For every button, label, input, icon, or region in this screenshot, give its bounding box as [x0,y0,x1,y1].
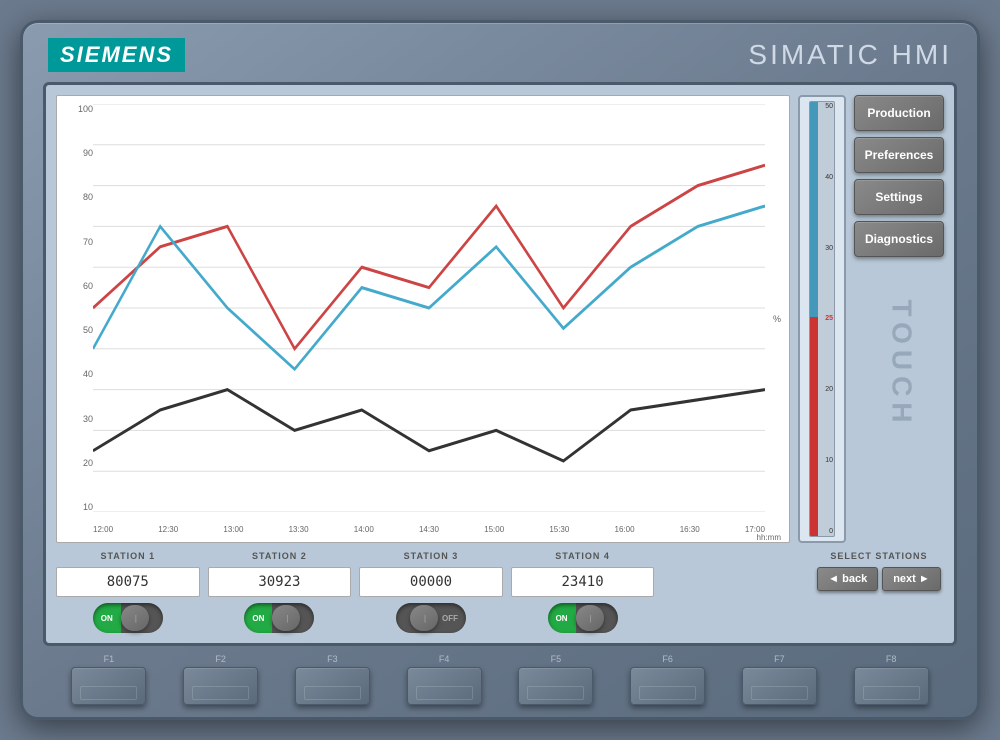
fkey-f6-button[interactable] [630,667,705,705]
station-1-toggle[interactable]: ON [93,603,163,633]
production-button[interactable]: Production [854,95,944,131]
back-button[interactable]: ◄ back [817,567,878,591]
fkey-f5-label: F5 [551,654,562,664]
fkey-f3-group: F3 [295,654,370,705]
chart-svg [93,104,765,512]
fkey-f4-label: F4 [439,654,450,664]
toggle-4-knob [576,605,604,631]
chart-y-labels: 100 90 80 70 60 50 40 30 20 10 [65,104,93,512]
gauge-container: 50 40 30 25 20 10 0 [798,95,846,543]
fkey-f7-label: F7 [774,654,785,664]
fkey-f8-button[interactable] [854,667,929,705]
next-button[interactable]: next ► [882,567,941,591]
toggle-2-knob [272,605,300,631]
fkey-f6-label: F6 [662,654,673,664]
chart-area: 100 90 80 70 60 50 40 30 20 10 [56,95,790,543]
station-4-toggle[interactable]: ON [548,603,618,633]
gauge-bar: 50 40 30 25 20 10 0 [809,101,835,537]
station-4-block: STATION 4 23410 ON [511,551,655,633]
station-2-value: 30923 [208,567,352,597]
station-2-toggle[interactable]: ON [244,603,314,633]
hmi-title: SIMATIC HMI [748,39,952,71]
station-3-block: STATION 3 00000 OFF [359,551,503,633]
diagnostics-button[interactable]: Diagnostics [854,221,944,257]
fkey-f5-group: F5 [518,654,593,705]
toggle-3-knob [410,605,438,631]
right-panel: 50 40 30 25 20 10 0 Production Preferenc… [798,95,944,543]
hmi-device: SIEMENS SIMATIC HMI TOUCH 100 90 80 70 6… [20,20,980,720]
select-stations-label: SELECT STATIONS [830,551,927,561]
station-3-toggle[interactable]: OFF [396,603,466,633]
fkey-f3-label: F3 [327,654,338,664]
station-1-label: STATION 1 [100,551,155,561]
fkey-f6-group: F6 [630,654,705,705]
station-2-block: STATION 2 30923 ON [208,551,352,633]
function-keys: F1 F2 F3 F4 F5 F6 F7 F8 [43,646,957,707]
settings-button[interactable]: Settings [854,179,944,215]
fkey-f2-group: F2 [183,654,258,705]
fkey-f2-label: F2 [215,654,226,664]
fkey-f4-button[interactable] [407,667,482,705]
stations-row: STATION 1 80075 ON STATION 2 30923 ON ST… [56,551,944,633]
station-4-value: 23410 [511,567,655,597]
chart-x-labels: 12:00 12:30 13:00 13:30 14:00 14:30 15:0… [93,525,765,534]
fkey-f7-button[interactable] [742,667,817,705]
station-3-label: STATION 3 [404,551,459,561]
fkey-f1-label: F1 [104,654,115,664]
fkey-f1-button[interactable] [71,667,146,705]
fkey-f3-button[interactable] [295,667,370,705]
station-1-value: 80075 [56,567,200,597]
station-2-label: STATION 2 [252,551,307,561]
station-1-block: STATION 1 80075 ON [56,551,200,633]
top-bar: SIEMENS SIMATIC HMI [43,38,957,82]
fkey-f7-group: F7 [742,654,817,705]
chart-percent-label: % [773,314,781,324]
fkey-f1-group: F1 [71,654,146,705]
fkey-f4-group: F4 [407,654,482,705]
select-stations-area: SELECT STATIONS ◄ back next ► [814,551,944,591]
fkey-f8-group: F8 [854,654,929,705]
nav-buttons: Production Preferences Settings Diagnost… [854,95,944,543]
station-3-value: 00000 [359,567,503,597]
toggle-1-knob [121,605,149,631]
siemens-logo: SIEMENS [48,38,185,72]
chart-x-unit: hh:mm [757,533,781,542]
fkey-f8-label: F8 [886,654,897,664]
station-4-label: STATION 4 [555,551,610,561]
preferences-button[interactable]: Preferences [854,137,944,173]
nav-arrows: ◄ back next ► [817,567,941,591]
screen-area: TOUCH 100 90 80 70 60 50 40 30 20 10 [43,82,957,646]
main-content: 100 90 80 70 60 50 40 30 20 10 [56,95,944,543]
fkey-f5-button[interactable] [518,667,593,705]
fkey-f2-button[interactable] [183,667,258,705]
